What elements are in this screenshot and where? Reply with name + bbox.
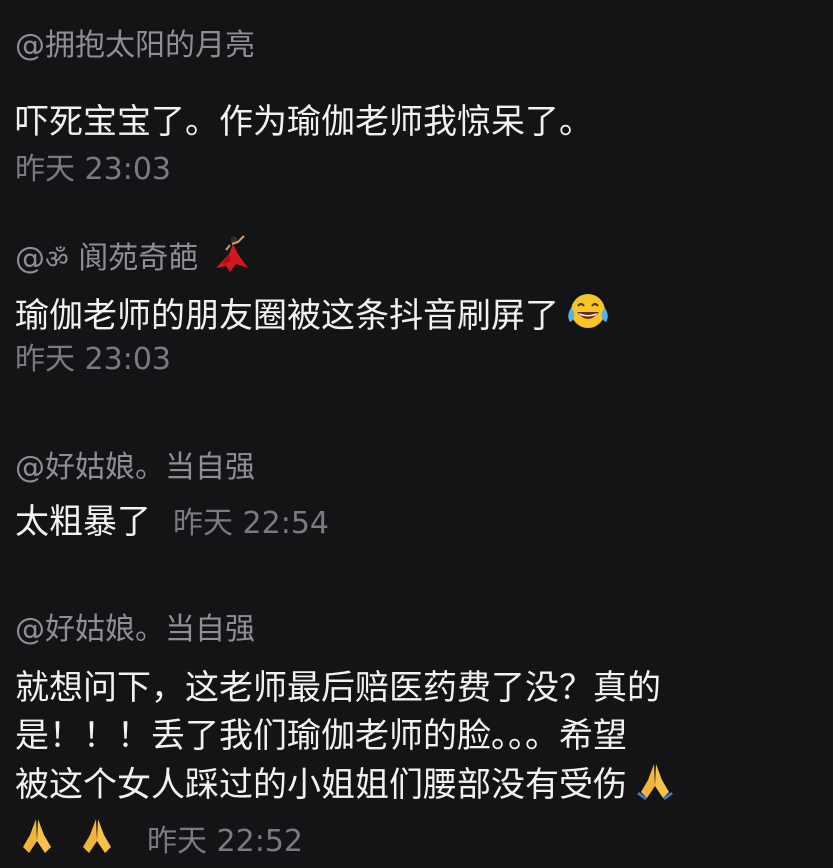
tears-of-joy-icon — [565, 290, 611, 345]
comment-text: 吓死宝宝了。作为瑜伽老师我惊呆了。 — [15, 102, 593, 142]
username-prefix: @ — [15, 241, 45, 276]
username-name: 阆苑奇葩 — [78, 241, 199, 276]
comment-text: 太粗暴了 — [15, 502, 151, 542]
comment-text-line: 就想问下，这老师最后赔医药费了没？真的 — [15, 668, 661, 708]
comment-timestamp: 昨天 23:03 — [15, 152, 171, 187]
comment-text-line-content: 被这个女人踩过的小姐姐们腰部没有受伤 — [15, 765, 627, 805]
comment-timestamp: 昨天 22:54 — [173, 506, 329, 541]
comment-text-line: 昨天 22:52 — [15, 815, 677, 868]
dancer-icon — [208, 234, 252, 285]
folded-hands-icon — [15, 815, 59, 868]
folded-hands-icon — [75, 815, 119, 868]
comment-item[interactable]: @好姑娘。当自强 太粗暴了 昨天 22:54 — [15, 448, 823, 558]
comment-timestamp: 昨天 23:03 — [15, 342, 171, 377]
comment-text-line: 是！！！丢了我们瑜伽老师的脸。。。希望 — [15, 716, 627, 756]
comment-text-line: 被这个女人踩过的小姐姐们腰部没有受伤 — [15, 760, 677, 813]
comment-item[interactable]: @好姑娘。当自强 就想问下，这老师最后赔医药费了没？真的 是！！！丢了我们瑜伽老… — [15, 610, 823, 859]
comment-username[interactable]: @好姑娘。当自强 — [15, 610, 255, 650]
om-symbol: ॐ — [45, 245, 69, 275]
comment-text-row: 太粗暴了 昨天 22:54 — [15, 498, 329, 548]
comment-item[interactable]: @ॐ 阆苑奇葩 瑜伽老师的朋友圈被这条抖音刷屏了 昨天 23:03 — [15, 230, 823, 390]
comment-username[interactable]: @好姑娘。当自强 — [15, 448, 255, 488]
folded-hands-icon — [633, 760, 677, 813]
comment-text: 瑜伽老师的朋友圈被这条抖音刷屏了 — [15, 290, 611, 345]
comment-item[interactable]: @拥抱太阳的月亮 吓死宝宝了。作为瑜伽老师我惊呆了。 昨天 23:03 — [15, 22, 823, 187]
comment-text: 就想问下，这老师最后赔医药费了没？真的 是！！！丢了我们瑜伽老师的脸。。。希望 … — [15, 664, 677, 868]
comment-username[interactable]: @拥抱太阳的月亮 — [15, 26, 255, 66]
comment-username[interactable]: @ॐ 阆苑奇葩 — [15, 234, 252, 285]
comment-text-content: 瑜伽老师的朋友圈被这条抖音刷屏了 — [15, 296, 559, 336]
comment-timestamp: 昨天 22:52 — [147, 824, 303, 859]
